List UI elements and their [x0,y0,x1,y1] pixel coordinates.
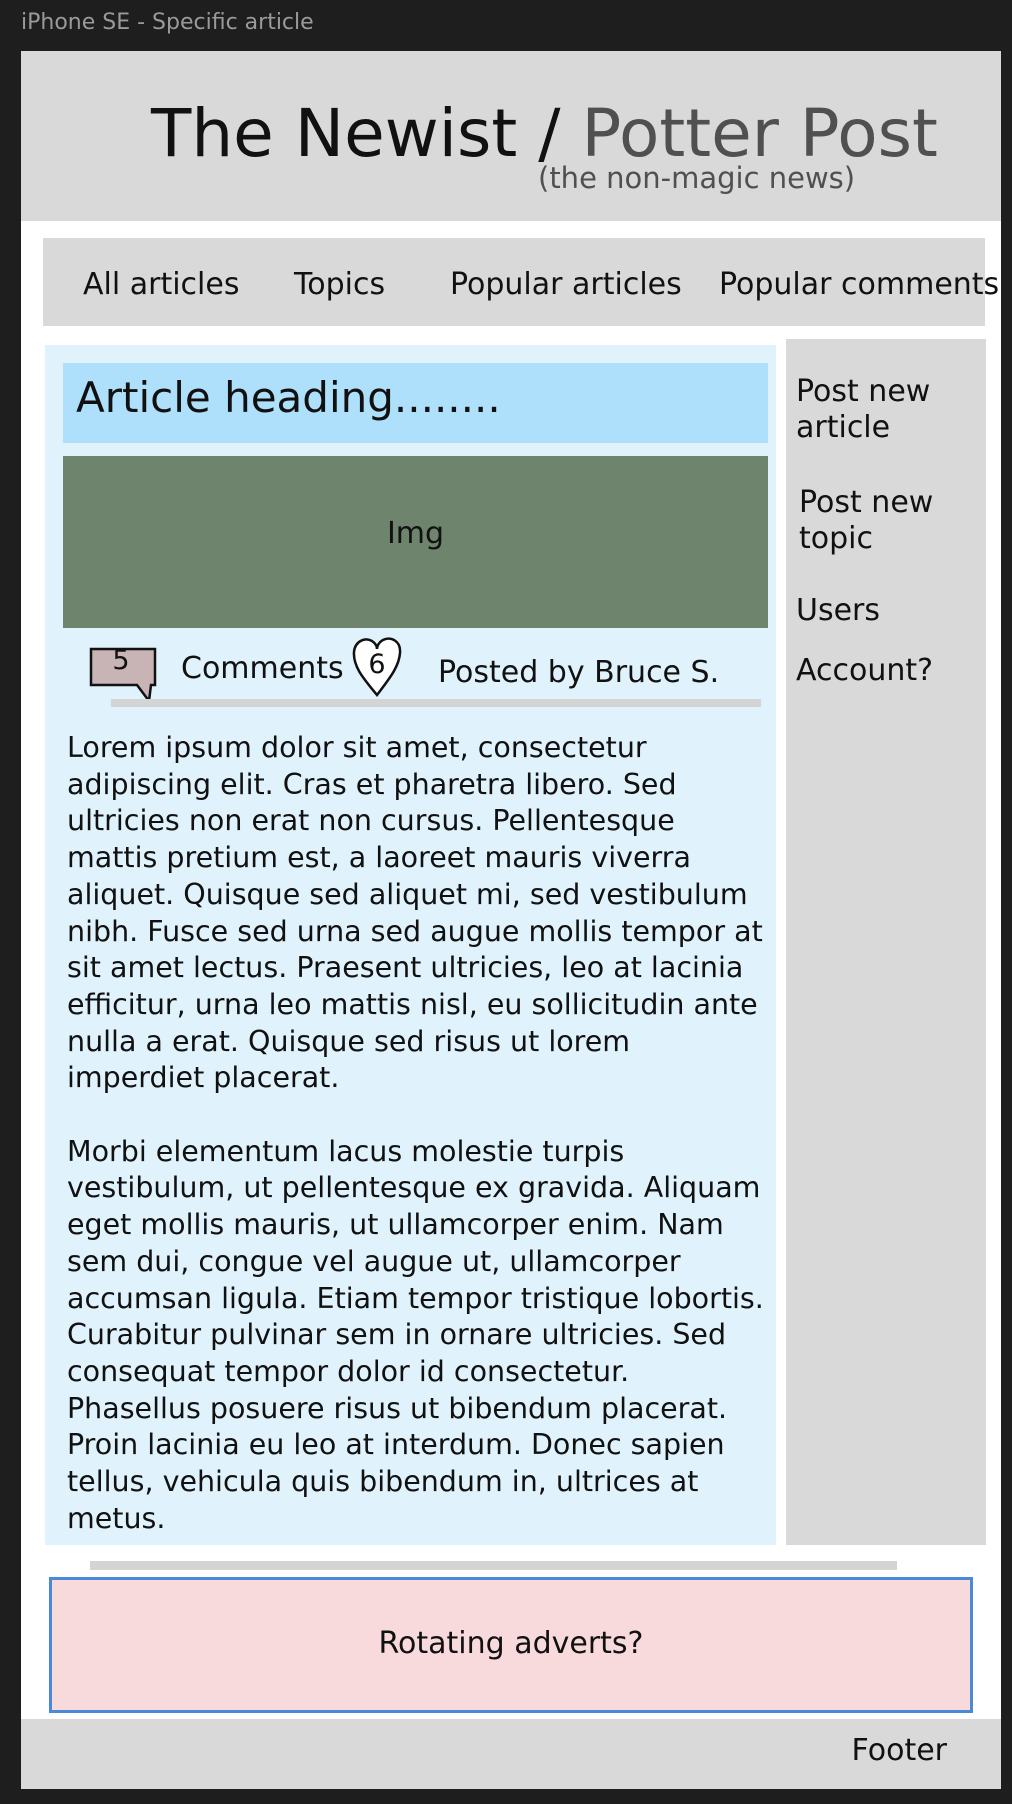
site-header: The Newist / Potter Post (the non-magic … [21,51,1001,221]
frame-label: iPhone SE - Specific article [21,10,314,35]
article-heading: Article heading........ [76,373,501,422]
comment-count: 5 [112,645,130,676]
sidebar-post-new-topic[interactable]: Post new topic [799,485,949,557]
phone-frame: The Newist / Potter Post (the non-magic … [21,51,1001,1789]
nav-topics[interactable]: Topics [294,267,385,302]
article-panel: Article heading........ Img 5 Comments 6… [45,345,776,1545]
sidebar: Post new article Post new topic Users Ac… [786,339,986,1545]
article-meta: 5 Comments 6 Posted by Bruce S. [45,635,776,705]
main-nav: All articles Topics Popular articles Pop… [43,238,999,326]
posted-by: Posted by Bruce S. [438,655,720,690]
site-title-main: The Newist [151,95,518,172]
site-footer: Footer [21,1719,1001,1789]
content-divider [90,1561,897,1570]
like-count: 6 [368,649,386,680]
article-paragraph: Morbi elementum lacus molestie turpis ve… [67,1134,764,1535]
advert-banner[interactable]: Rotating adverts? [49,1577,973,1713]
sidebar-post-new-article[interactable]: Post new article [796,374,946,446]
meta-divider [111,699,761,707]
article-image-label: Img [386,516,445,551]
article-paragraph: Lorem ipsum dolor sit amet, consectetur … [67,731,763,1095]
site-subtitle: (the non-magic news) [538,161,856,195]
nav-popular-articles[interactable]: Popular articles [450,267,682,302]
nav-all-articles[interactable]: All articles [83,267,239,302]
nav-popular-comments[interactable]: Popular comments [719,267,999,302]
article-image: Img [63,456,768,628]
advert-label: Rotating adverts? [378,1626,644,1661]
comments-link[interactable]: Comments [181,651,344,686]
sidebar-account[interactable]: Account? [796,653,933,689]
article-body: Lorem ipsum dolor sit amet, consectetur … [67,730,767,1574]
sidebar-users[interactable]: Users [796,593,880,629]
footer-label: Footer [851,1733,947,1768]
article-heading-box: Article heading........ [63,363,768,443]
